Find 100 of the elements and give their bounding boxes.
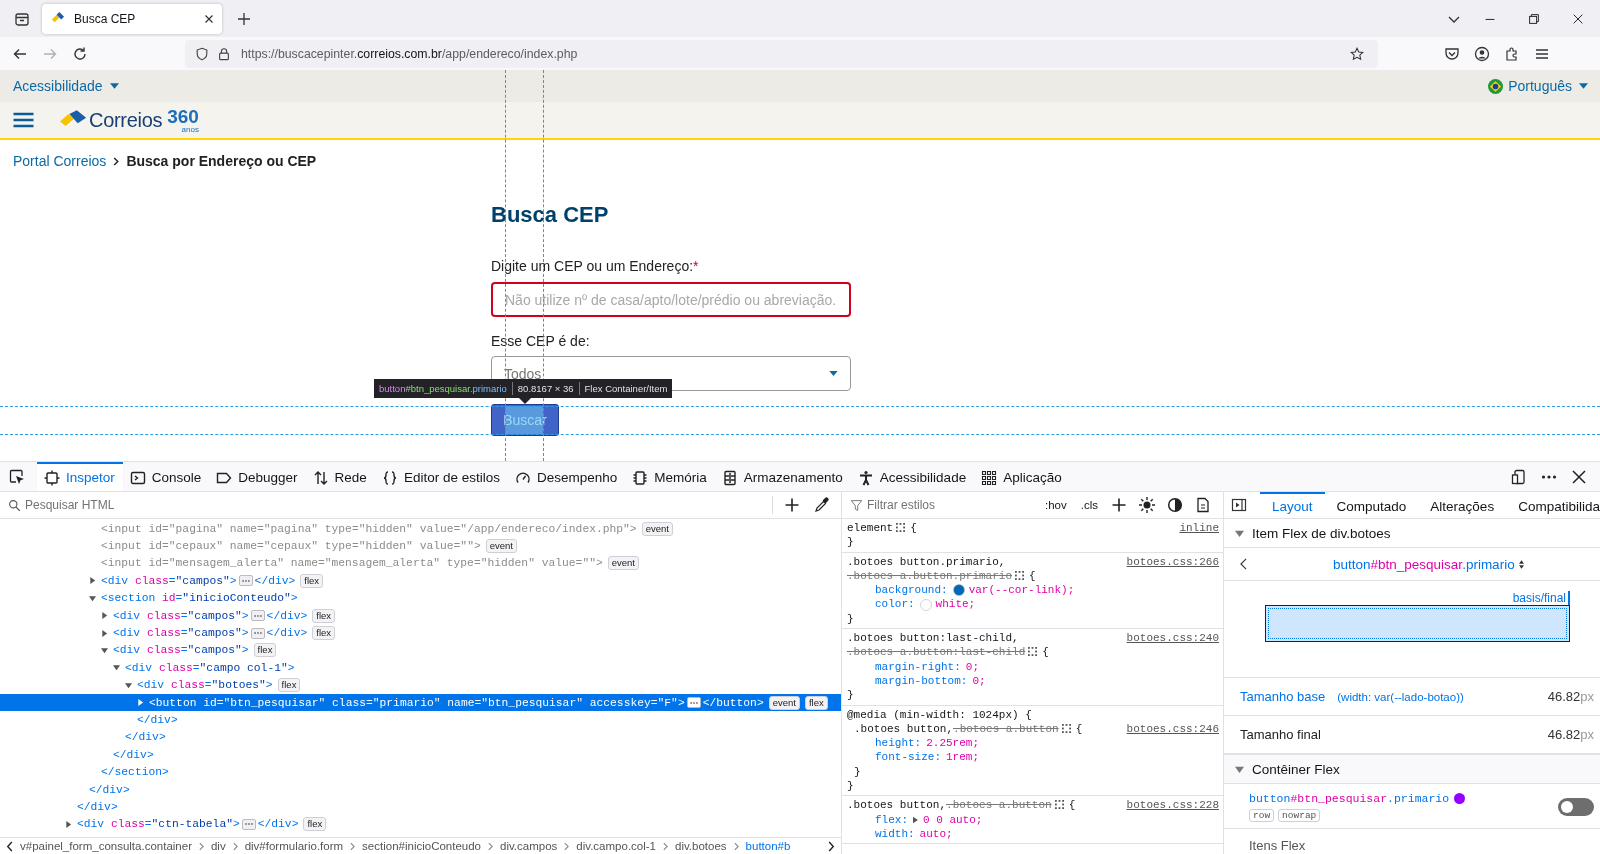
collapsed-content-button[interactable] bbox=[250, 610, 265, 622]
ellipsis-icon[interactable] bbox=[252, 613, 263, 618]
node-breadcrumb[interactable]: section#inicioConteudo bbox=[362, 840, 481, 852]
devtools-tab[interactable]: Debugger bbox=[209, 462, 306, 491]
expand-arrow-icon[interactable] bbox=[125, 681, 132, 689]
restore-icon[interactable] bbox=[1527, 11, 1541, 26]
ellipsis-icon[interactable] bbox=[252, 631, 263, 636]
collapsed-content-button[interactable] bbox=[238, 575, 253, 587]
html-node-row[interactable]: <div class="campo col-1"> bbox=[0, 659, 841, 677]
html-node-row[interactable]: <div class="botoes"> flex bbox=[0, 676, 841, 694]
shield-icon[interactable] bbox=[195, 46, 209, 61]
html-node-row[interactable]: <div class="campos"> </div> flex bbox=[0, 624, 841, 642]
html-node-row[interactable]: <div class="campos"> </div> flex bbox=[0, 572, 841, 590]
expand-arrow-icon[interactable] bbox=[101, 629, 108, 637]
ellipsis-icon[interactable] bbox=[243, 822, 254, 827]
filter-styles-field[interactable]: Filtrar estilos bbox=[867, 498, 1038, 512]
html-node-row[interactable]: <input id="cepaux" name="cepaux" type="hidden" value=""> event bbox=[0, 537, 841, 555]
node-breadcrumb[interactable]: div bbox=[210, 840, 226, 852]
html-node-row[interactable]: </div> bbox=[0, 746, 841, 764]
section-header[interactable]: Item Flex de div.botoes bbox=[1224, 519, 1600, 548]
ellipsis-icon[interactable] bbox=[240, 578, 251, 583]
collapsed-content-button[interactable] bbox=[241, 818, 256, 830]
node-badge[interactable]: event bbox=[641, 521, 673, 536]
html-node-row[interactable]: <input id="mensagem_alerta" name="mensagem_alerta" type="hidden" value=""> event bbox=[0, 554, 841, 573]
html-node-row[interactable]: <input id="pagina" name="pagina" type="hidden" value="/app/endereco/index.php"> event bbox=[0, 520, 841, 538]
selector-highlighter-icon[interactable] bbox=[1054, 800, 1064, 810]
html-node-row[interactable]: <button id="btn_pesquisar" class="primario" name="btn_pesquisar" accesskey="F"> </button> event flex bbox=[0, 693, 841, 712]
node-breadcrumb[interactable]: button#b bbox=[745, 840, 791, 852]
collapsed-content-button[interactable] bbox=[686, 697, 701, 709]
source-link[interactable]: inline bbox=[1179, 521, 1219, 536]
element-picker-icon[interactable] bbox=[9, 468, 25, 485]
ellipsis-icon[interactable] bbox=[688, 700, 699, 705]
devtools-tab[interactable]: Armazenamento bbox=[714, 462, 851, 491]
html-node-row[interactable]: </div> bbox=[0, 728, 841, 747]
breadcrumb-link[interactable]: Portal Correios bbox=[13, 153, 107, 169]
sidebar-toggle-icon[interactable] bbox=[1231, 497, 1247, 513]
chevron-left-icon[interactable] bbox=[1240, 558, 1247, 570]
highlight-color-dot[interactable] bbox=[1454, 793, 1466, 804]
color-swatch[interactable] bbox=[919, 598, 932, 611]
devtools-tab[interactable]: Inspetor bbox=[37, 462, 123, 491]
pseudo-class-toggle[interactable]: .cls bbox=[1080, 499, 1098, 511]
source-link[interactable]: botoes.css:228 bbox=[1126, 798, 1219, 813]
puzzle-icon[interactable] bbox=[1504, 45, 1520, 62]
devtools-tab[interactable]: Acessibilidade bbox=[850, 462, 975, 491]
html-node-row[interactable]: <div class="ctn-tabela"> </div> flex bbox=[0, 815, 841, 834]
source-link[interactable]: botoes.css:266 bbox=[1126, 554, 1219, 569]
expand-arrow-icon[interactable] bbox=[113, 664, 120, 672]
chevron-right-icon[interactable] bbox=[827, 840, 835, 852]
highlight-toggle[interactable] bbox=[1558, 798, 1594, 816]
selector-highlighter-icon[interactable] bbox=[1061, 723, 1071, 733]
node-breadcrumb[interactable]: div.botoes bbox=[675, 840, 727, 852]
html-node-row[interactable]: </div> bbox=[0, 711, 841, 729]
expand-arrow-icon[interactable] bbox=[101, 646, 108, 654]
hamburger-menu-icon[interactable] bbox=[13, 112, 34, 128]
node-badge[interactable]: flex bbox=[312, 608, 336, 623]
source-link[interactable]: botoes.css:240 bbox=[1126, 631, 1219, 646]
collapsed-content-button[interactable] bbox=[250, 627, 265, 639]
html-node-row[interactable]: </div> bbox=[0, 798, 841, 816]
sidebar-tab[interactable]: Alterações bbox=[1418, 492, 1507, 518]
expand-arrow-icon[interactable] bbox=[101, 612, 108, 620]
devtools-tab[interactable]: Memória bbox=[625, 462, 715, 491]
accessibility-menu[interactable]: Acessibilidade bbox=[13, 78, 119, 94]
devtools-tab[interactable]: Editor de estilos bbox=[374, 462, 508, 491]
address-bar[interactable]: https://buscacepinter.correios.com.br/app/endereco/index.php bbox=[185, 39, 1378, 68]
expand-arrow-icon[interactable] bbox=[89, 594, 96, 602]
devtools-tab[interactable]: Rede bbox=[305, 462, 375, 491]
source-link[interactable]: botoes.css:246 bbox=[1126, 721, 1219, 737]
reload-icon[interactable] bbox=[72, 45, 88, 62]
tab-list-icon[interactable] bbox=[14, 10, 30, 27]
plus-icon[interactable] bbox=[784, 497, 800, 513]
sidebar-tab[interactable]: Compatibilida bbox=[1506, 492, 1600, 518]
node-breadcrumb[interactable]: div.campo.col-1 bbox=[576, 840, 656, 852]
close-icon[interactable] bbox=[1571, 468, 1587, 485]
sidebar-tab[interactable]: Layout bbox=[1260, 492, 1325, 518]
devtools-tab[interactable]: Aplicação bbox=[974, 462, 1070, 491]
expand-arrow-icon[interactable] bbox=[913, 815, 918, 824]
plus-icon[interactable] bbox=[1111, 497, 1127, 513]
node-badge[interactable]: flex bbox=[312, 626, 336, 641]
node-badge[interactable]: event bbox=[485, 539, 517, 554]
html-node-row[interactable]: </section> bbox=[0, 763, 841, 781]
node-breadcrumb[interactable]: div.campos bbox=[500, 840, 558, 852]
color-swatch[interactable] bbox=[952, 584, 965, 597]
half-moon-icon[interactable] bbox=[1167, 497, 1183, 513]
address-input-field[interactable]: Não utilize nº de casa/apto/lote/prédio ou abreviação. bbox=[491, 282, 851, 317]
pseudo-class-toggle[interactable]: :hov bbox=[1045, 499, 1067, 511]
up-down-caret-icon[interactable] bbox=[1518, 559, 1524, 569]
chevron-left-icon[interactable] bbox=[6, 840, 14, 852]
html-node-row[interactable]: <div class="campos"> </div> flex bbox=[0, 606, 841, 625]
plus-icon[interactable] bbox=[236, 10, 252, 27]
node-badge[interactable]: flex bbox=[253, 643, 277, 658]
element-selector-link[interactable]: button#btn_pesquisar.primario bbox=[1333, 556, 1515, 572]
expand-arrow-icon[interactable] bbox=[89, 577, 96, 585]
node-badge[interactable]: event bbox=[768, 695, 800, 710]
expand-arrow-icon[interactable] bbox=[1235, 764, 1244, 774]
selector-highlighter-icon[interactable] bbox=[896, 523, 906, 532]
dock-side-icon[interactable] bbox=[1511, 468, 1527, 485]
expand-arrow-icon[interactable] bbox=[65, 820, 72, 828]
node-badge[interactable]: flex bbox=[303, 817, 327, 832]
sidebar-tab[interactable]: Computado bbox=[1324, 492, 1419, 518]
devtools-tab[interactable]: Desempenho bbox=[507, 462, 626, 491]
